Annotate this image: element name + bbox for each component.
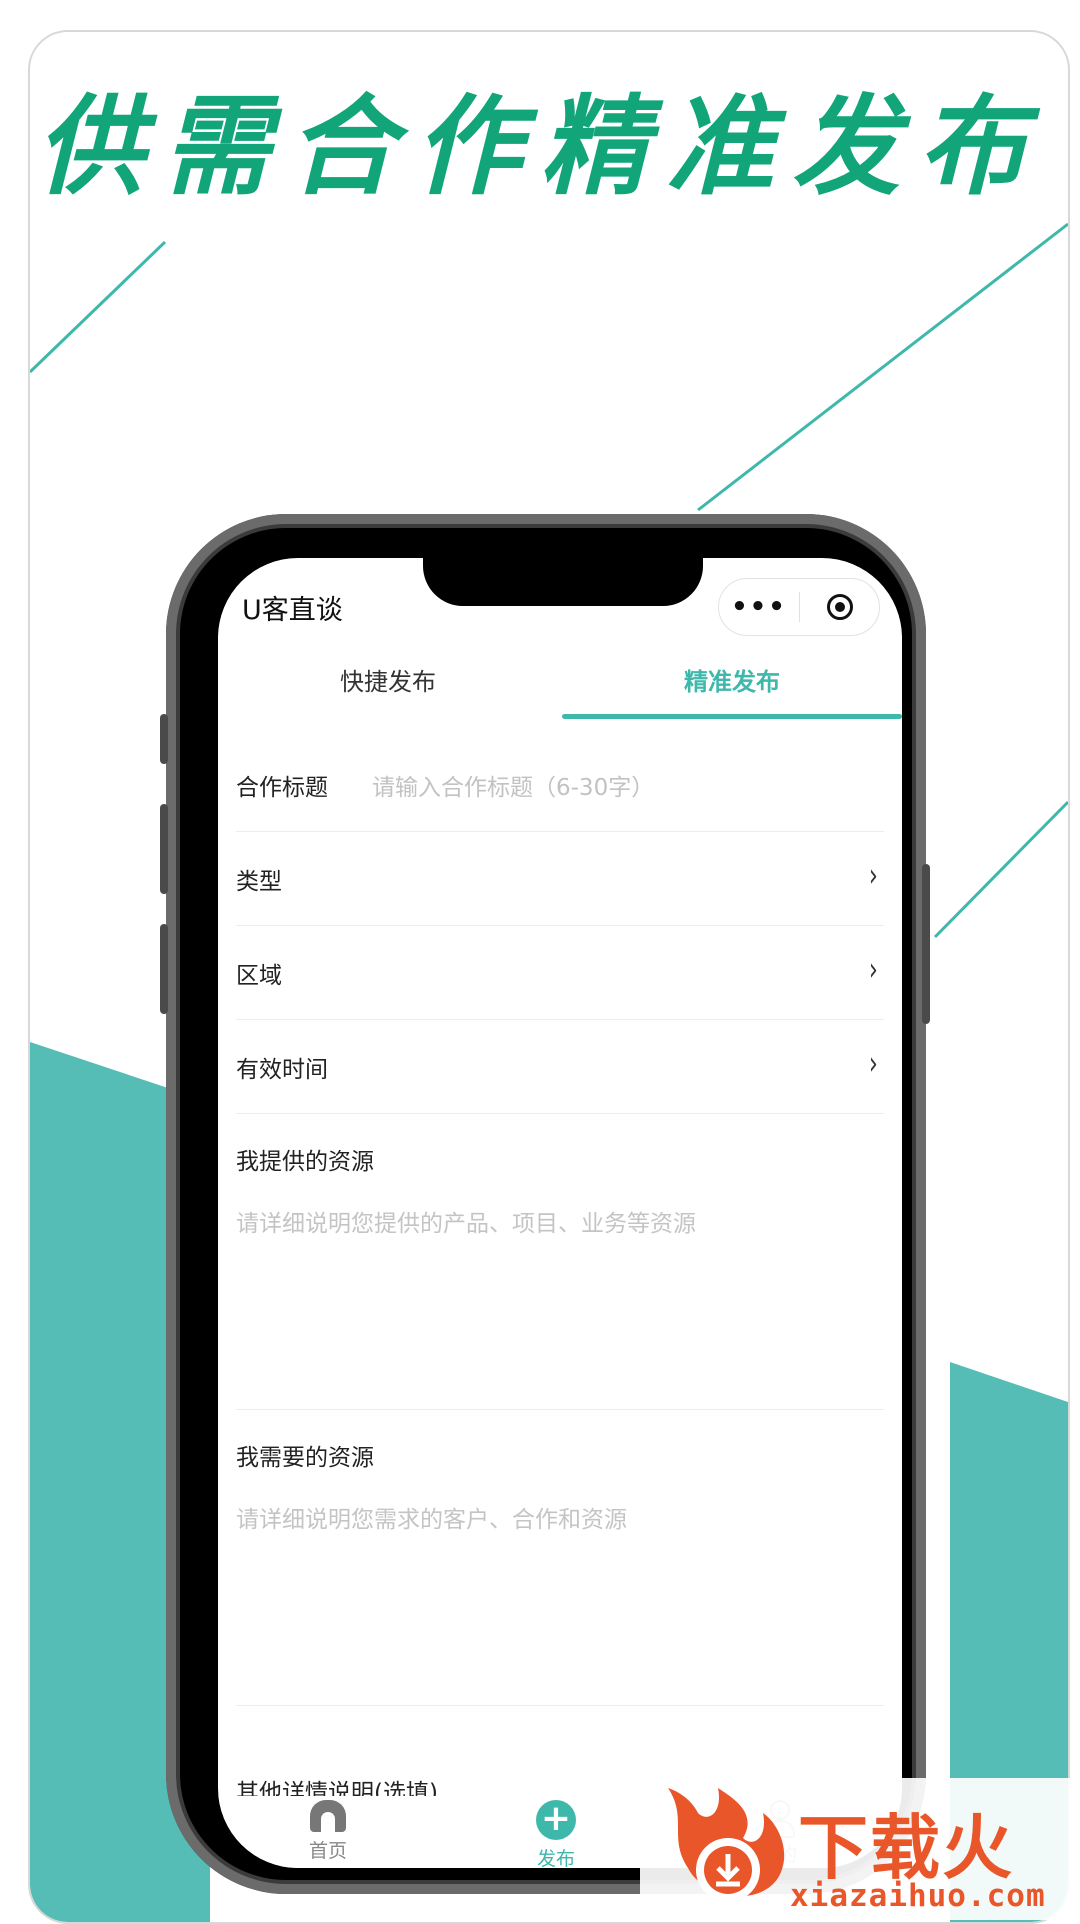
phone-notch <box>423 558 703 606</box>
provide-resource-section: 我提供的资源 请详细说明您提供的产品、项目、业务等资源 <box>236 1114 884 1410</box>
publish-tabs: 快捷发布 精准发布 <box>218 654 902 720</box>
phone-mockup: U客直谈 ••• 快捷发布 精准发布 合作标题 请输入合作标题（6-30字） 类… <box>160 514 930 1894</box>
target-icon[interactable] <box>800 594 879 620</box>
valid-time-row[interactable]: 有效时间 › <box>236 1020 884 1114</box>
tabbar-publish-label: 发布 <box>536 1848 575 1868</box>
tabbar-home-label: 首页 <box>308 1840 347 1862</box>
active-tab-indicator <box>562 714 902 719</box>
promo-headline: 供需合作精准发布 <box>35 84 1044 210</box>
chevron-right-icon: › <box>869 1044 879 1082</box>
flame-logo-icon <box>668 1788 785 1902</box>
home-icon <box>310 1800 346 1832</box>
need-resource-textarea[interactable]: 请详细说明您需求的客户、合作和资源 <box>236 1500 627 1534</box>
phone-power-button <box>922 864 930 1024</box>
type-label: 类型 <box>236 869 282 895</box>
phone-volume-down <box>160 924 168 1014</box>
chevron-right-icon: › <box>869 950 879 988</box>
title-input[interactable]: 请输入合作标题（6-30字） <box>372 768 654 802</box>
region-label: 区域 <box>236 963 282 989</box>
watermark-url: xiazaihuo.com <box>790 1878 1046 1914</box>
app-title: U客直谈 <box>242 595 343 626</box>
screen-bezel: U客直谈 ••• 快捷发布 精准发布 合作标题 请输入合作标题（6-30字） 类… <box>180 528 912 1880</box>
more-dots-icon[interactable]: ••• <box>719 592 799 622</box>
region-row[interactable]: 区域 › <box>236 926 884 1020</box>
mini-program-capsule: ••• <box>718 578 880 636</box>
app-screen: U客直谈 ••• 快捷发布 精准发布 合作标题 请输入合作标题（6-30字） 类… <box>218 558 902 1868</box>
provide-resource-textarea[interactable]: 请详细说明您提供的产品、项目、业务等资源 <box>236 1204 696 1238</box>
provide-resource-label: 我提供的资源 <box>236 1149 374 1175</box>
chevron-right-icon: › <box>869 856 879 894</box>
plus-circle-icon: + <box>536 1800 576 1840</box>
tab-quick-publish[interactable]: 快捷发布 <box>218 654 558 710</box>
title-field-label: 合作标题 <box>236 775 328 801</box>
tab-precise-publish[interactable]: 精准发布 <box>562 654 902 710</box>
title-field-row[interactable]: 合作标题 请输入合作标题（6-30字） <box>236 738 884 832</box>
tabbar-home[interactable]: 首页 <box>268 1800 388 1863</box>
tabbar-publish[interactable]: + 发布 <box>496 1800 616 1868</box>
need-resource-label: 我需要的资源 <box>236 1445 374 1471</box>
phone-volume-up <box>160 804 168 894</box>
site-watermark: 下载火 xiazaihuo.com <box>640 1778 1070 1920</box>
phone-side-button <box>160 714 168 764</box>
need-resource-section: 我需要的资源 请详细说明您需求的客户、合作和资源 <box>236 1410 884 1706</box>
valid-time-label: 有效时间 <box>236 1057 328 1083</box>
type-row[interactable]: 类型 › <box>236 832 884 926</box>
